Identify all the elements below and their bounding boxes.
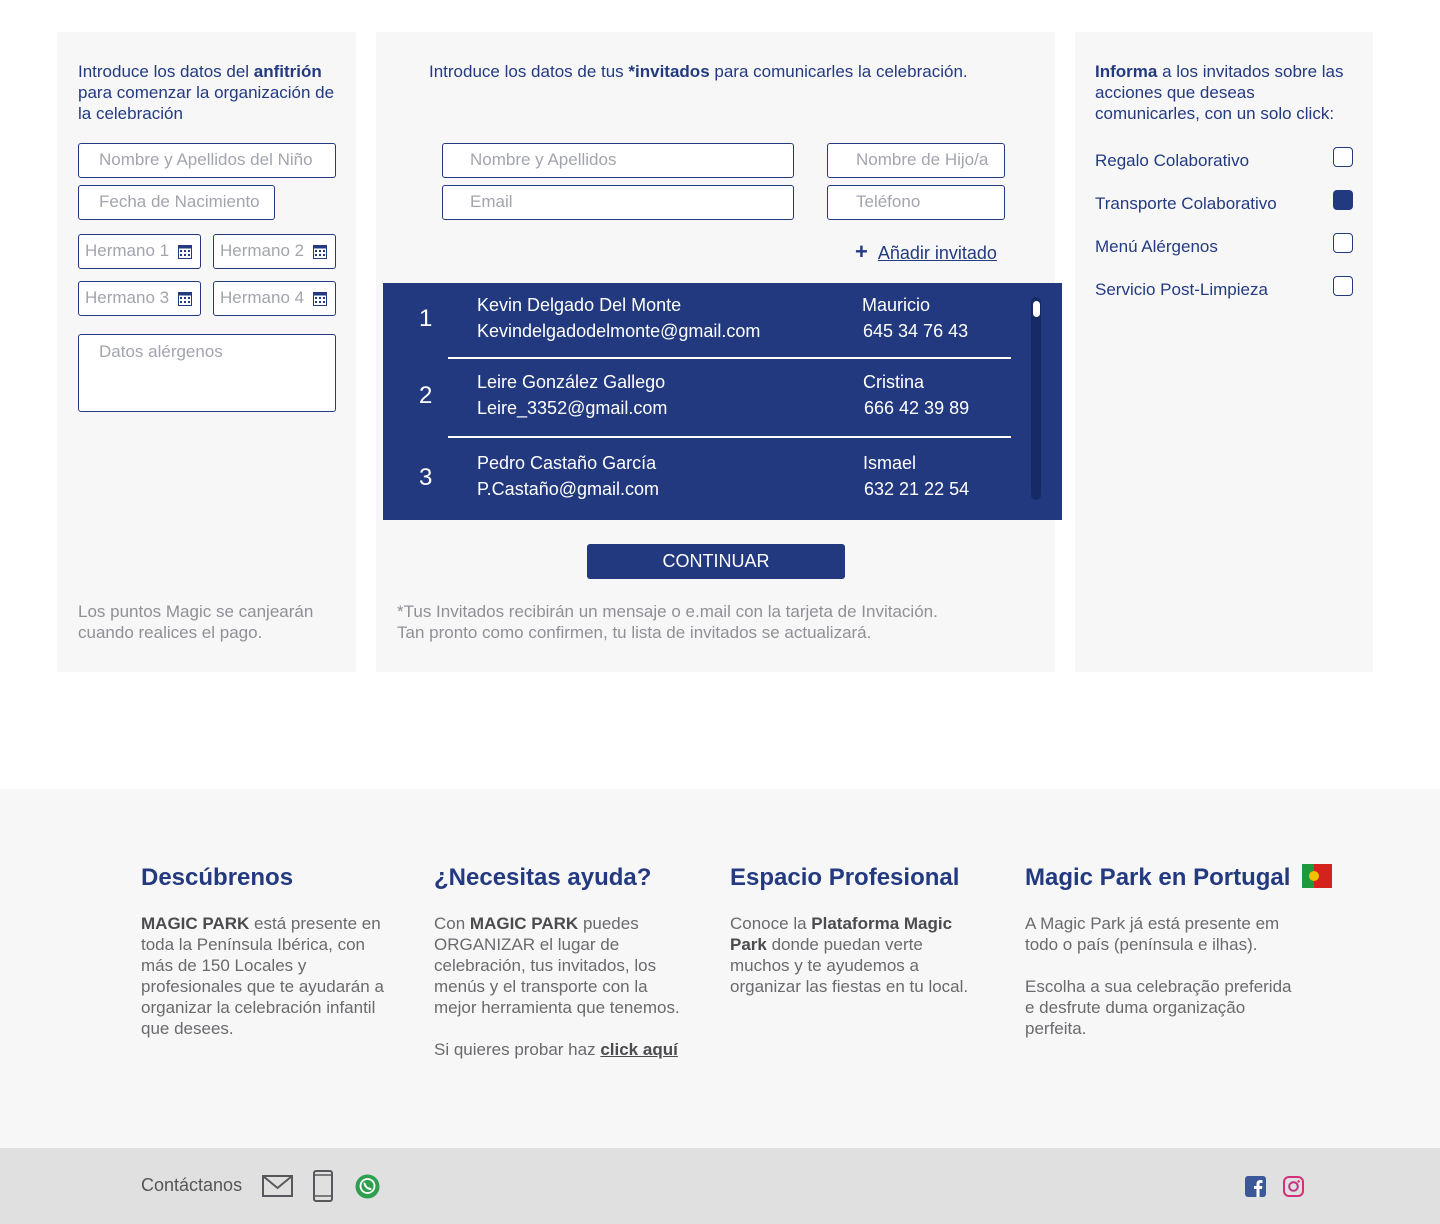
guest-phone: 632 21 22 54 (864, 479, 970, 499)
calendar-icon[interactable] (313, 291, 327, 306)
child-name-input[interactable]: Nombre y Apellidos del Niño (78, 143, 336, 178)
guest-phone: 645 34 76 43 (863, 321, 969, 341)
sibling-4-input[interactable]: Hermano 4 (213, 281, 336, 316)
footer-help-try: Si quieres probar haz click aquí (434, 1040, 678, 1059)
option-limpieza-label: Servicio Post-Limpieza (1095, 280, 1268, 299)
guest-child-input[interactable]: Nombre de Hijo/a (827, 143, 1005, 178)
guest-email-input[interactable]: Email (442, 185, 794, 220)
option-regalo-checkbox[interactable] (1333, 147, 1353, 167)
guests-note-line2: Tan pronto como confirmen, tu lista de i… (397, 623, 872, 642)
allergens-textarea[interactable]: Datos alérgenos (78, 334, 336, 412)
row-divider (448, 436, 1011, 438)
option-transporte-checkbox[interactable] (1333, 190, 1353, 210)
footer: Descúbrenos MAGIC PARK está presente en … (0, 789, 1440, 1148)
scrollbar-thumb[interactable] (1033, 301, 1040, 317)
guest-name: Kevin Delgado Del Monte (477, 295, 682, 315)
sibling-2-label: Hermano 2 (220, 241, 305, 260)
birth-date-input[interactable]: Fecha de Nacimiento (78, 185, 275, 220)
list-item[interactable]: 1 Kevin Delgado Del Monte Kevindelgadode… (383, 283, 1033, 361)
guest-email: P.Castaño@gmail.com (477, 479, 660, 499)
contact-bar: Contáctanos (0, 1148, 1440, 1224)
guest-name: Leire González Gallego (477, 372, 666, 392)
guest-child: Cristina (863, 372, 925, 392)
sibling-2-input[interactable]: Hermano 2 (213, 234, 336, 269)
row-divider (448, 357, 1011, 359)
sibling-1-input[interactable]: Hermano 1 (78, 234, 201, 269)
facebook-icon[interactable] (1245, 1176, 1266, 1197)
footer-portugal: Magic Park en Portugal A Magic Park já e… (1025, 863, 1333, 1039)
sibling-3-input[interactable]: Hermano 3 (78, 281, 201, 316)
guests-note-line1: *Tus Invitados recibirán un mensaje o e.… (397, 602, 938, 621)
plus-icon: + (855, 239, 868, 264)
footer-discover-title: Descúbrenos (141, 864, 294, 891)
sibling-3-label: Hermano 3 (85, 288, 170, 307)
footer-help-text: Con MAGIC PARK puedes ORGANIZAR el lugar… (434, 914, 680, 1017)
continue-button[interactable]: CONTINUAR (587, 544, 845, 579)
option-menu-checkbox[interactable] (1333, 233, 1353, 253)
guest-email: Leire_3352@gmail.com (477, 398, 668, 418)
actions-panel (1075, 32, 1373, 672)
list-item[interactable]: 3 Pedro Castaño García P.Castaño@gmail.c… (383, 441, 1033, 519)
footer-portugal-p1: A Magic Park já está presente em todo o … (1025, 914, 1280, 954)
add-guest-label: Añadir invitado (877, 243, 997, 263)
click-here-link[interactable]: click aquí (600, 1040, 677, 1059)
guest-list: 1 Kevin Delgado Del Monte Kevindelgadode… (383, 283, 1062, 520)
option-menu-label: Menú Alérgenos (1095, 237, 1218, 256)
guest-number: 2 (419, 382, 433, 409)
host-note: Los puntos Magic se canjearán cuando rea… (78, 602, 314, 642)
footer-portugal-title: Magic Park en Portugal (1025, 863, 1333, 893)
footer-pro: Espacio Profesional Conoce la Plataforma… (730, 863, 970, 997)
option-regalo-label: Regalo Colaborativo (1095, 151, 1250, 170)
phone-icon[interactable] (313, 1170, 333, 1202)
guests-intro: Introduce los datos de tus *invitados pa… (429, 62, 968, 81)
guest-email: Kevindelgadodelmonte@gmail.com (477, 321, 761, 341)
guest-name-input[interactable]: Nombre y Apellidos (442, 143, 794, 178)
footer-pro-text: Conoce la Plataforma Magic Park donde pu… (730, 914, 969, 996)
footer-discover: Descúbrenos MAGIC PARK está presente en … (141, 863, 386, 1039)
portugal-flag-icon (1302, 864, 1333, 888)
footer-pro-title: Espacio Profesional (730, 864, 960, 891)
footer-help-title: ¿Necesitas ayuda? (434, 864, 652, 891)
guest-child: Mauricio (862, 295, 931, 315)
guest-number: 3 (419, 464, 433, 491)
guest-phone-input[interactable]: Teléfono (827, 185, 1005, 220)
contact-label: Contáctanos (141, 1175, 243, 1195)
footer-portugal-p2: Escolha a sua celebração preferida e des… (1025, 977, 1292, 1038)
instagram-icon[interactable] (1283, 1176, 1304, 1197)
footer-discover-text: MAGIC PARK está presente en toda la Pení… (141, 914, 384, 1038)
footer-help: ¿Necesitas ayuda? Con MAGIC PARK puedes … (434, 863, 684, 1060)
sibling-1-label: Hermano 1 (85, 241, 170, 260)
guest-number: 1 (419, 305, 433, 332)
guests-note: *Tus Invitados recibirán un mensaje o e.… (397, 601, 938, 643)
add-guest-link[interactable]: + Añadir invitado (855, 239, 997, 265)
calendar-icon[interactable] (178, 244, 192, 259)
calendar-icon[interactable] (178, 291, 192, 306)
list-item[interactable]: 2 Leire González Gallego Leire_3352@gmai… (383, 361, 1033, 439)
sibling-4-label: Hermano 4 (220, 288, 305, 307)
scrollbar-track[interactable] (1031, 297, 1041, 500)
option-limpieza-checkbox[interactable] (1333, 276, 1353, 296)
guest-phone: 666 42 39 89 (864, 398, 970, 418)
guest-name: Pedro Castaño García (477, 453, 657, 473)
host-intro: Introduce los datos del anfitrión para c… (78, 62, 335, 123)
calendar-icon[interactable] (313, 244, 327, 259)
actions-intro: Informa a los invitados sobre las accion… (1095, 62, 1344, 123)
mail-icon[interactable] (262, 1175, 293, 1197)
guest-child: Ismael (863, 453, 917, 473)
whatsapp-icon[interactable] (355, 1174, 380, 1199)
option-transporte-label: Transporte Colaborativo (1095, 194, 1277, 213)
